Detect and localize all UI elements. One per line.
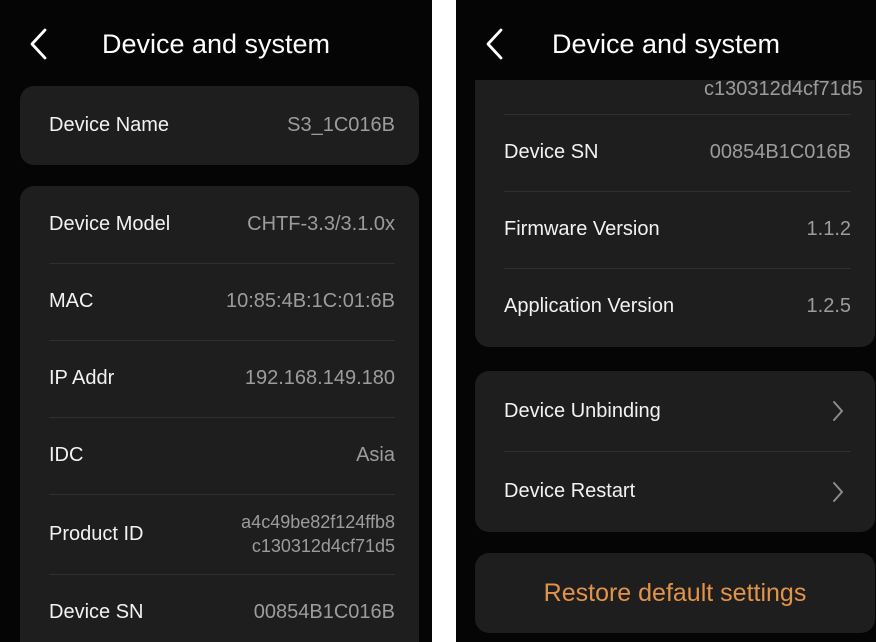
row-value: a4c49be82f124ffb8 c130312d4cf71d5 <box>241 494 395 574</box>
product-id-line-2: c130312d4cf71d5 <box>251 536 395 556</box>
device-unbinding-row[interactable]: Device Unbinding <box>475 371 875 451</box>
product-id-value-clipped: c130312d4cf71d5 <box>703 80 863 100</box>
row-label: Firmware Version <box>504 218 660 240</box>
page-title: Device and system <box>551 29 781 59</box>
info-row-product-id: Product ID a4c49be82f124ffb8 c130312d4cf… <box>20 494 419 574</box>
info-row-firmware-version: Firmware Version 1.1.2 <box>475 191 875 268</box>
info-row-ip-addr: IP Addr 192.168.149.180 <box>20 340 419 417</box>
header: Device and system <box>456 0 876 80</box>
row-label: Device Name <box>49 114 170 136</box>
device-info-card: Device Model CHTF-3.3/3.1.0x MAC 10:85:4… <box>20 186 419 642</box>
row-label: Device Restart <box>504 480 636 502</box>
chevron-right-icon <box>833 481 843 502</box>
row-label: MAC <box>49 290 94 312</box>
row-label: IDC <box>49 444 84 466</box>
row-label: Device Unbinding <box>504 399 661 422</box>
product-id-line-1: a4c49be82f124ffb8 <box>241 512 395 532</box>
info-row-mac: MAC 10:85:4B:1C:01:6B <box>20 263 419 340</box>
row-label: Device Model <box>49 213 171 235</box>
device-and-system-screen-right: c130312d4cf71d5 Device SN 00854B1C016B F… <box>456 0 876 642</box>
row-label: Device SN <box>504 141 599 163</box>
info-row-application-version: Application Version 1.2.5 <box>475 268 875 345</box>
row-value: CHTF-3.3/3.1.0x <box>247 213 395 235</box>
info-row-device-model: Device Model CHTF-3.3/3.1.0x <box>20 186 419 263</box>
row-value: S3_1C016B <box>287 114 395 136</box>
device-name-card: Device Name S3_1C016B <box>20 86 419 165</box>
row-label: Product ID <box>49 522 144 545</box>
row-value: Asia <box>356 444 395 466</box>
device-and-system-screen-left: Device and system Device Name S3_1C016B … <box>0 0 432 642</box>
device-restart-row[interactable]: Device Restart <box>475 451 875 532</box>
row-label: IP Addr <box>49 367 115 389</box>
row-label: Device SN <box>49 601 144 623</box>
row-value: 00854B1C016B <box>253 601 395 623</box>
row-value: 192.168.149.180 <box>244 367 395 389</box>
chevron-right-icon <box>833 401 843 421</box>
row-value: 1.2.5 <box>806 295 851 317</box>
page-title: Device and system <box>101 29 331 59</box>
info-row-idc: IDC Asia <box>20 417 419 494</box>
restore-default-settings-button[interactable]: Restore default settings <box>475 553 875 633</box>
device-info-card-peek: c130312d4cf71d5 <box>475 80 875 110</box>
row-value: 1.1.2 <box>806 218 851 240</box>
device-actions-card: Device Unbinding Device Restart <box>475 371 875 532</box>
info-row-device-sn: Device SN 00854B1C016B <box>20 574 419 642</box>
row-label: Application Version <box>504 295 675 317</box>
header: Device and system <box>0 0 432 86</box>
row-value: 00854B1C016B <box>709 141 851 163</box>
device-name-row[interactable]: Device Name S3_1C016B <box>20 87 419 164</box>
row-value: 10:85:4B:1C:01:6B <box>225 290 395 312</box>
info-row-device-sn: Device SN 00854B1C016B <box>475 114 875 191</box>
restore-default-settings-label: Restore default settings <box>543 578 807 607</box>
